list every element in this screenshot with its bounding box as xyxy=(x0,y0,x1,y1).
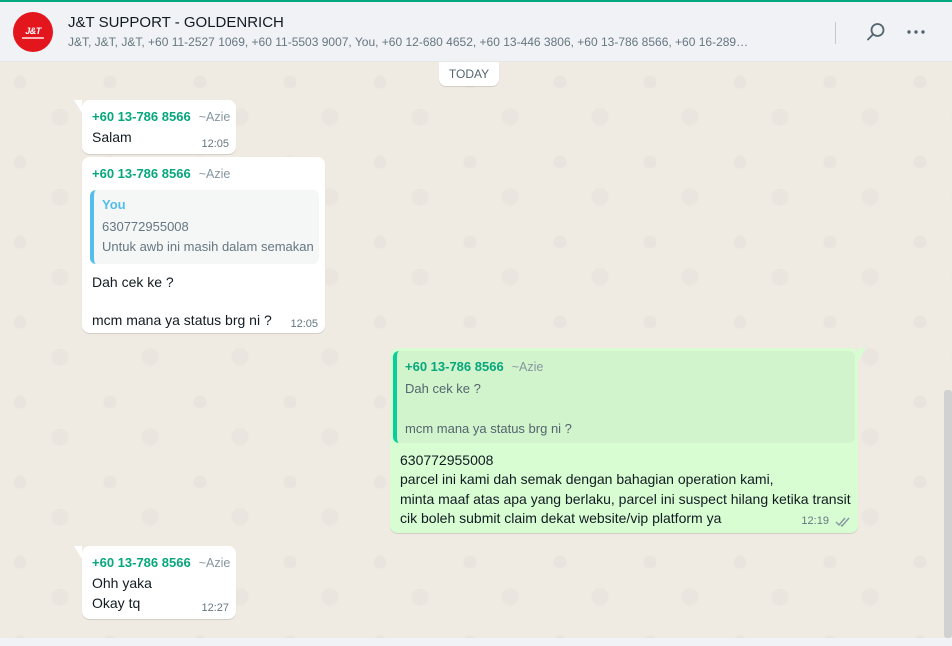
search-button[interactable] xyxy=(862,18,890,46)
message-text-line: parcel ini kami dah semak dengan bahagia… xyxy=(400,471,774,487)
message-bubble-incoming[interactable]: +60 13-786 8566 ~Azie Salam 12:05 xyxy=(74,100,236,154)
message-text-line: cik boleh submit claim dekat website/vip… xyxy=(400,510,722,526)
chat-title[interactable]: J&T SUPPORT - GOLDENRICH xyxy=(68,14,284,31)
sender-phone[interactable]: +60 13-786 8566 xyxy=(92,166,191,181)
search-icon xyxy=(867,23,885,41)
message-time: 12:27 xyxy=(201,602,229,614)
quoted-sender-alias: ~Azie xyxy=(511,360,544,374)
quoted-text-line: Untuk awb ini masih dalam semakan xyxy=(102,239,314,254)
sender-line: +60 13-786 8566 ~Azie xyxy=(92,109,230,124)
sender-alias: ~Azie xyxy=(198,556,231,570)
sender-phone[interactable]: +60 13-786 8566 xyxy=(92,109,191,124)
quoted-sender-line: +60 13-786 8566 ~Azie xyxy=(405,359,543,374)
message-bubble-incoming[interactable]: +60 13-786 8566 ~Azie You 630772955008 Un… xyxy=(82,157,325,333)
sender-line: +60 13-786 8566 ~Azie xyxy=(92,555,230,570)
message-text-line: 630772955008 xyxy=(400,452,494,468)
message-text-line: Ohh yaka xyxy=(92,575,152,591)
avatar-logo-underline xyxy=(22,36,44,39)
message-text-line: minta maaf atas apa yang berlaku, parcel… xyxy=(400,491,851,507)
menu-button[interactable] xyxy=(902,18,930,46)
double-check-icon xyxy=(835,517,850,527)
sender-alias: ~Azie xyxy=(198,110,231,124)
message-text-line: Dah cek ke ? xyxy=(92,274,174,290)
message-bubble-incoming[interactable]: +60 13-786 8566 ~Azie Ohh yaka Okay tq 12… xyxy=(74,546,236,619)
message-time: 12:19 xyxy=(801,515,829,527)
message-text-line: mcm mana ya status brg ni ? xyxy=(92,312,272,328)
message-text: Salam xyxy=(92,129,132,145)
quoted-text-line: 630772955008 xyxy=(102,219,189,234)
message-text-line: Okay tq xyxy=(92,595,141,611)
message-time: 12:05 xyxy=(290,318,318,330)
sender-alias: ~Azie xyxy=(198,167,231,181)
header-divider xyxy=(835,22,836,44)
quoted-author: You xyxy=(102,197,126,212)
chat-scrollbar[interactable] xyxy=(944,390,952,638)
group-avatar[interactable]: J&T xyxy=(13,12,53,52)
message-time: 12:05 xyxy=(201,138,229,150)
chat-participants[interactable]: J&T, J&T, J&T, +60 11-2527 1069, +60 11-… xyxy=(68,35,808,49)
quoted-text-line: mcm mana ya status brg ni ? xyxy=(405,421,572,436)
avatar-logo: J&T xyxy=(25,25,41,36)
more-vertical-icon xyxy=(907,30,925,34)
composer-bar-edge xyxy=(0,638,952,646)
quoted-sender-phone: +60 13-786 8566 xyxy=(405,359,504,374)
sender-line: +60 13-786 8566 ~Azie xyxy=(92,166,230,181)
date-chip: TODAY xyxy=(439,62,499,86)
quoted-text-line: Dah cek ke ? xyxy=(405,381,481,396)
quoted-message[interactable]: You 630772955008 Untuk awb ini masih dal… xyxy=(90,190,319,264)
sender-phone[interactable]: +60 13-786 8566 xyxy=(92,555,191,570)
message-time-row: 12:19 xyxy=(801,515,851,527)
message-bubble-outgoing[interactable]: +60 13-786 8566 ~Azie Dah cek ke ? mcm ma… xyxy=(390,348,866,533)
message-list[interactable]: TODAY +60 13-786 8566 ~Azie Salam 12:05 +… xyxy=(0,62,952,638)
quoted-message[interactable]: +60 13-786 8566 ~Azie Dah cek ke ? mcm ma… xyxy=(393,351,855,443)
chat-header: J&T J&T SUPPORT - GOLDENRICH J&T, J&T, J… xyxy=(0,2,952,62)
